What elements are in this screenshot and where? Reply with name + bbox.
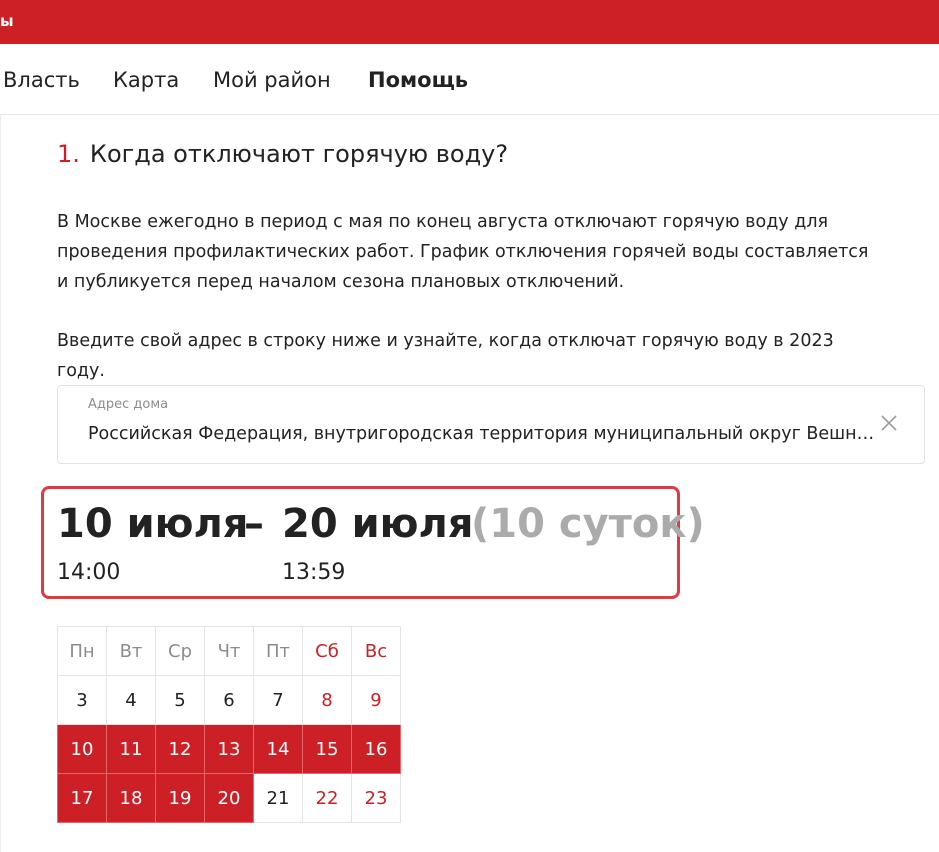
calendar-day-outage: 20 (204, 773, 254, 823)
calendar-day-outage: 12 (155, 724, 205, 774)
left-divider (0, 114, 1, 852)
top-bar: ы (0, 0, 939, 44)
prompt-paragraph: Введите свой адрес в строку ниже и узнай… (57, 331, 834, 381)
calendar-day: 22 (302, 773, 352, 823)
nav-item-vlast[interactable]: Власть (3, 68, 80, 92)
weekday-wed: Ср (155, 626, 205, 676)
outage-calendar: Пн Вт Ср Чт Пт Сб Вс 3 4 5 6 7 8 9 10 11… (57, 626, 401, 823)
top-bar-text: ы (0, 12, 14, 30)
question-title: Когда отключают горячую воду? (89, 140, 509, 168)
calendar-week-row: 17 18 19 20 21 22 23 (57, 773, 401, 823)
calendar-day-outage: 18 (106, 773, 156, 823)
calendar-week-row: 3 4 5 6 7 8 9 (57, 675, 401, 725)
duration: (10 суток) (471, 501, 705, 547)
end-time: 13:59 (282, 560, 346, 585)
weekday-mon: Пн (57, 626, 107, 676)
weekday-sat: Сб (302, 626, 352, 676)
calendar-day-outage: 19 (155, 773, 205, 823)
calendar-day: 23 (351, 773, 401, 823)
calendar-day-outage: 11 (106, 724, 156, 774)
calendar-day: 7 (253, 675, 303, 725)
weekday-fri: Пт (253, 626, 303, 676)
question-heading: 1. Когда отключают горячую воду? (57, 140, 508, 168)
calendar-day-outage: 17 (57, 773, 107, 823)
calendar-weekday-row: Пн Вт Ср Чт Пт Сб Вс (57, 626, 401, 676)
nav-item-karta[interactable]: Карта (113, 68, 179, 92)
intro-paragraph: В Москве ежегодно в период с мая по коне… (57, 212, 869, 292)
outage-period: 10 июля – 20 июля (10 суток) 14:00 13:59 (41, 486, 705, 599)
calendar-day: 4 (106, 675, 156, 725)
calendar-day-outage: 10 (57, 724, 107, 774)
address-field-value[interactable]: Российская Федерация, внутригородская те… (88, 424, 878, 444)
date-dash: – (244, 501, 264, 547)
calendar-day: 8 (302, 675, 352, 725)
end-date: 20 июля (282, 501, 474, 547)
calendar-day-outage: 16 (351, 724, 401, 774)
weekday-sun: Вс (351, 626, 401, 676)
nav-item-pomoshch[interactable]: Помощь (368, 68, 468, 92)
close-icon[interactable] (880, 414, 898, 432)
weekday-thu: Чт (204, 626, 254, 676)
start-date: 10 июля (57, 501, 249, 547)
calendar-day: 9 (351, 675, 401, 725)
start-time: 14:00 (57, 560, 121, 585)
calendar-day: 3 (57, 675, 107, 725)
address-field[interactable]: Адрес дома Российская Федерация, внутриг… (57, 385, 925, 464)
calendar-day: 5 (155, 675, 205, 725)
calendar-day: 6 (204, 675, 254, 725)
calendar-week-row: 10 11 12 13 14 15 16 (57, 724, 401, 774)
main-nav: Власть Карта Мой район Помощь (0, 44, 939, 115)
calendar-day-outage: 13 (204, 724, 254, 774)
question-number: 1. (57, 140, 80, 168)
calendar-day-outage: 14 (253, 724, 303, 774)
nav-item-moy-rayon[interactable]: Мой район (213, 68, 331, 92)
weekday-tue: Вт (106, 626, 156, 676)
address-field-label: Адрес дома (88, 397, 169, 412)
calendar-day-outage: 15 (302, 724, 352, 774)
calendar-day: 21 (253, 773, 303, 823)
